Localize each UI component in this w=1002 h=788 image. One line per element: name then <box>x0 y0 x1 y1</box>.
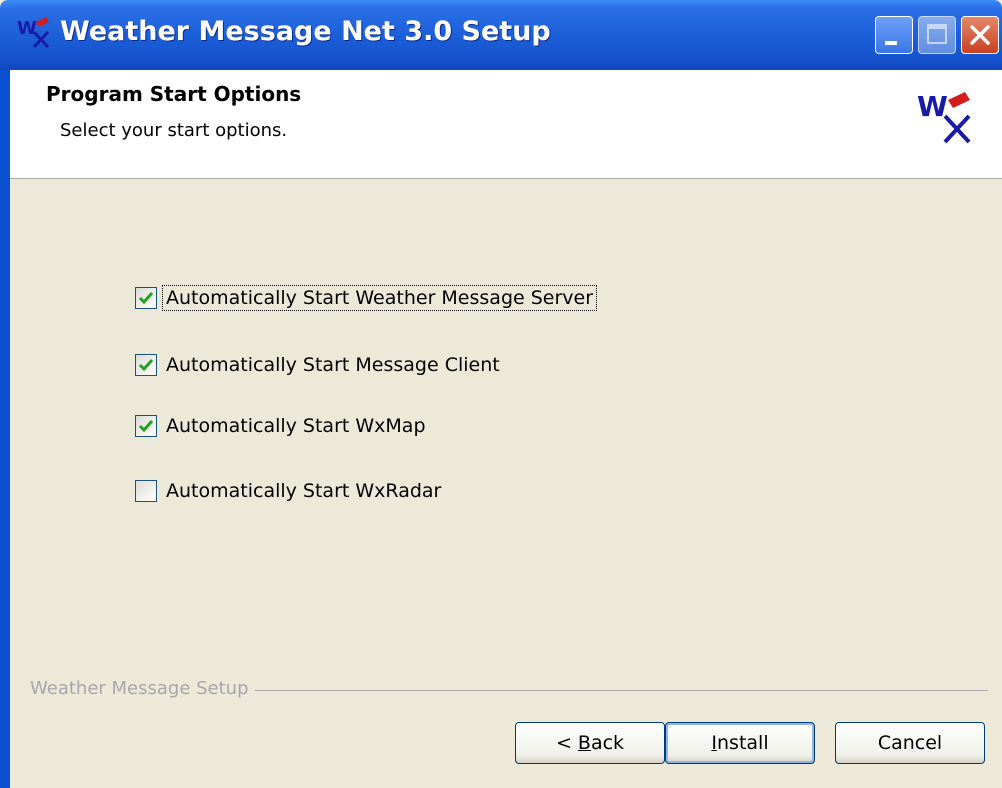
page-title: Program Start Options <box>46 82 302 106</box>
page-subtitle: Select your start options. <box>60 120 288 141</box>
minimize-icon <box>885 41 897 45</box>
setup-window: W Weather Message Net 3.0 Setup Program … <box>0 0 1002 788</box>
checkbox-box[interactable] <box>135 480 157 502</box>
app-icon: W <box>17 17 50 49</box>
group-label: Weather Message Setup <box>30 678 255 699</box>
checkbox-start-wxmap[interactable]: Automatically Start WxMap <box>135 411 429 441</box>
back-button-accel: B <box>577 732 591 754</box>
close-button[interactable] <box>961 16 999 54</box>
maximize-button[interactable] <box>918 16 956 54</box>
svg-text:W: W <box>17 18 37 39</box>
minimize-button[interactable] <box>875 16 913 54</box>
checkbox-label[interactable]: Automatically Start WxMap <box>163 414 429 438</box>
window-border <box>0 70 10 788</box>
back-button[interactable]: < Back <box>515 722 665 764</box>
back-button-rest: ack <box>590 732 625 754</box>
svg-text:W: W <box>917 90 948 123</box>
header-panel: Program Start Options Select your start … <box>10 70 1002 179</box>
title-bar[interactable]: W Weather Message Net 3.0 Setup <box>0 0 1002 70</box>
install-button[interactable]: Install <box>665 722 815 764</box>
wx-logo-icon: W <box>917 90 971 144</box>
checkbox-start-client[interactable]: Automatically Start Message Client <box>135 350 503 380</box>
checkbox-box[interactable] <box>135 415 157 437</box>
maximize-icon <box>927 24 947 44</box>
checkbox-label[interactable]: Automatically Start WxRadar <box>163 479 444 503</box>
checkbox-label[interactable]: Automatically Start Weather Message Serv… <box>161 285 598 311</box>
checkbox-box[interactable] <box>135 354 157 376</box>
checkmark-icon <box>138 359 154 372</box>
checkmark-icon <box>138 292 154 305</box>
install-button-rest: nstall <box>717 732 769 754</box>
close-icon <box>970 25 990 45</box>
checkbox-start-wxradar[interactable]: Automatically Start WxRadar <box>135 476 444 506</box>
window-title: Weather Message Net 3.0 Setup <box>60 16 551 47</box>
checkbox-box[interactable] <box>135 287 157 309</box>
checkmark-icon <box>138 420 154 433</box>
checkbox-start-server[interactable]: Automatically Start Weather Message Serv… <box>135 283 598 313</box>
back-button-prefix: < <box>555 732 578 754</box>
cancel-button[interactable]: Cancel <box>835 722 985 764</box>
checkbox-label[interactable]: Automatically Start Message Client <box>163 353 503 377</box>
